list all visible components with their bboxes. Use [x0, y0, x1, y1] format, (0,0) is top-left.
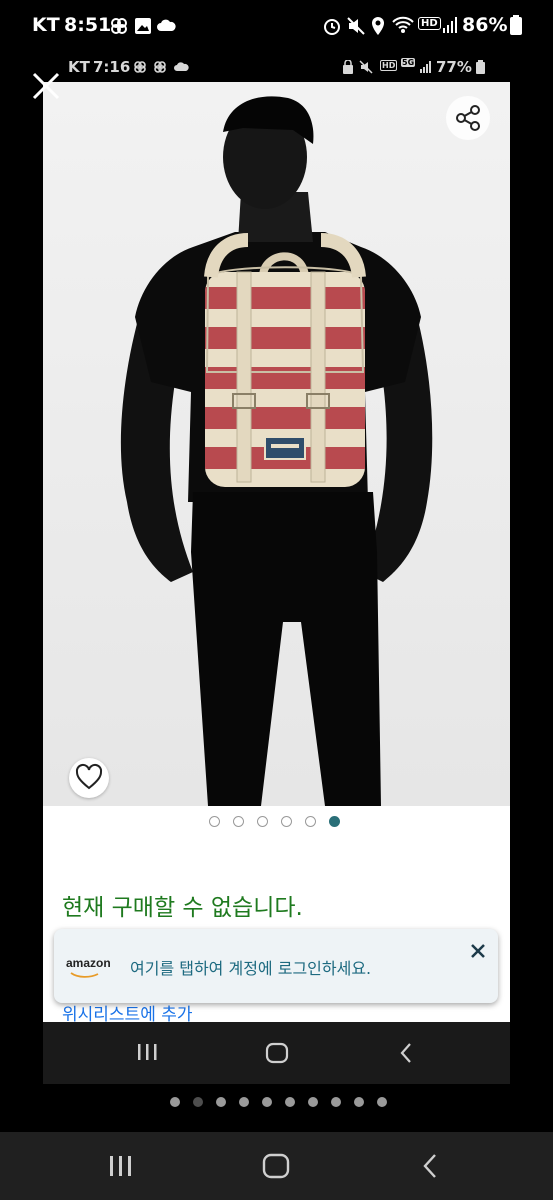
cloud-icon [157, 19, 176, 31]
image-carousel-indicator[interactable] [209, 806, 349, 836]
carousel-dot-active[interactable] [329, 816, 340, 827]
battery-percent: 86% [462, 14, 508, 36]
inner-navigation-bar [43, 1022, 510, 1084]
share-icon [456, 105, 480, 131]
product-photo [43, 82, 510, 806]
signin-banner-text[interactable]: 여기를 탭하여 계정에 로그인하세요. [130, 955, 371, 979]
carousel-dot[interactable] [233, 816, 244, 827]
hd-icon: HD [380, 60, 398, 71]
home-icon[interactable] [262, 1153, 290, 1179]
lock-icon [343, 60, 353, 74]
page-dot [193, 1097, 203, 1107]
heart-icon [75, 763, 103, 790]
hd-icon: HD [418, 17, 441, 30]
inner-status-bar: KT 7:16 HD 5G 77% [43, 52, 510, 82]
inner-battery-percent: 77% [436, 58, 472, 76]
inner-carrier-label: KT [68, 58, 90, 76]
clock: 8:51 [64, 14, 112, 36]
carousel-dot[interactable] [209, 816, 220, 827]
inner-screenshot: KT 7:16 HD 5G 77% 현재 구매할 수 없습니다. 위시리스트에 … [43, 52, 510, 1084]
page-dot [285, 1097, 295, 1107]
pinwheel-icon [111, 18, 127, 34]
recent-apps-icon[interactable] [108, 1154, 134, 1178]
carousel-dot[interactable] [305, 816, 316, 827]
page-dot [170, 1097, 180, 1107]
home-icon[interactable] [265, 1042, 289, 1064]
recent-apps-icon[interactable] [136, 1042, 158, 1062]
page-dot [262, 1097, 272, 1107]
battery-icon [510, 15, 522, 35]
amazon-smile-icon [70, 972, 99, 978]
carrier-label: KT [32, 14, 60, 36]
outer-status-bar: KT 8:51 HD 86% [0, 0, 553, 52]
pinwheel-icon [134, 61, 146, 73]
alarm-icon [324, 19, 340, 35]
page-indicator [0, 1090, 553, 1114]
close-viewer-icon[interactable] [30, 70, 62, 102]
back-icon[interactable] [399, 1042, 413, 1064]
wishlist-heart-button[interactable] [69, 758, 109, 798]
signal-icon [443, 17, 457, 33]
image-icon [135, 18, 151, 34]
share-button[interactable] [446, 96, 490, 140]
mute-icon [347, 17, 365, 35]
carousel-dot[interactable] [257, 816, 268, 827]
carousel-dot[interactable] [281, 816, 292, 827]
location-icon [372, 17, 384, 35]
close-icon[interactable] [468, 941, 488, 961]
page-dot [377, 1097, 387, 1107]
back-icon[interactable] [422, 1153, 438, 1179]
signal-icon [420, 61, 431, 73]
page-dot [331, 1097, 341, 1107]
outer-navigation-bar [0, 1132, 553, 1200]
battery-icon [476, 60, 485, 74]
signin-banner[interactable]: amazon 여기를 탭하여 계정에 로그인하세요. [54, 929, 498, 1003]
inner-clock: 7:16 [93, 58, 131, 76]
page-dot [216, 1097, 226, 1107]
cloud-icon [174, 62, 189, 71]
mute-icon [359, 60, 373, 74]
amazon-logo: amazon [66, 956, 111, 970]
page-dot [308, 1097, 318, 1107]
wifi-icon [392, 16, 414, 33]
pinwheel-icon [154, 61, 166, 73]
5g-icon: 5G [401, 58, 416, 67]
availability-status: 현재 구매할 수 없습니다. [62, 895, 303, 921]
page-dot [354, 1097, 364, 1107]
page-dot [239, 1097, 249, 1107]
product-image[interactable] [43, 82, 510, 806]
